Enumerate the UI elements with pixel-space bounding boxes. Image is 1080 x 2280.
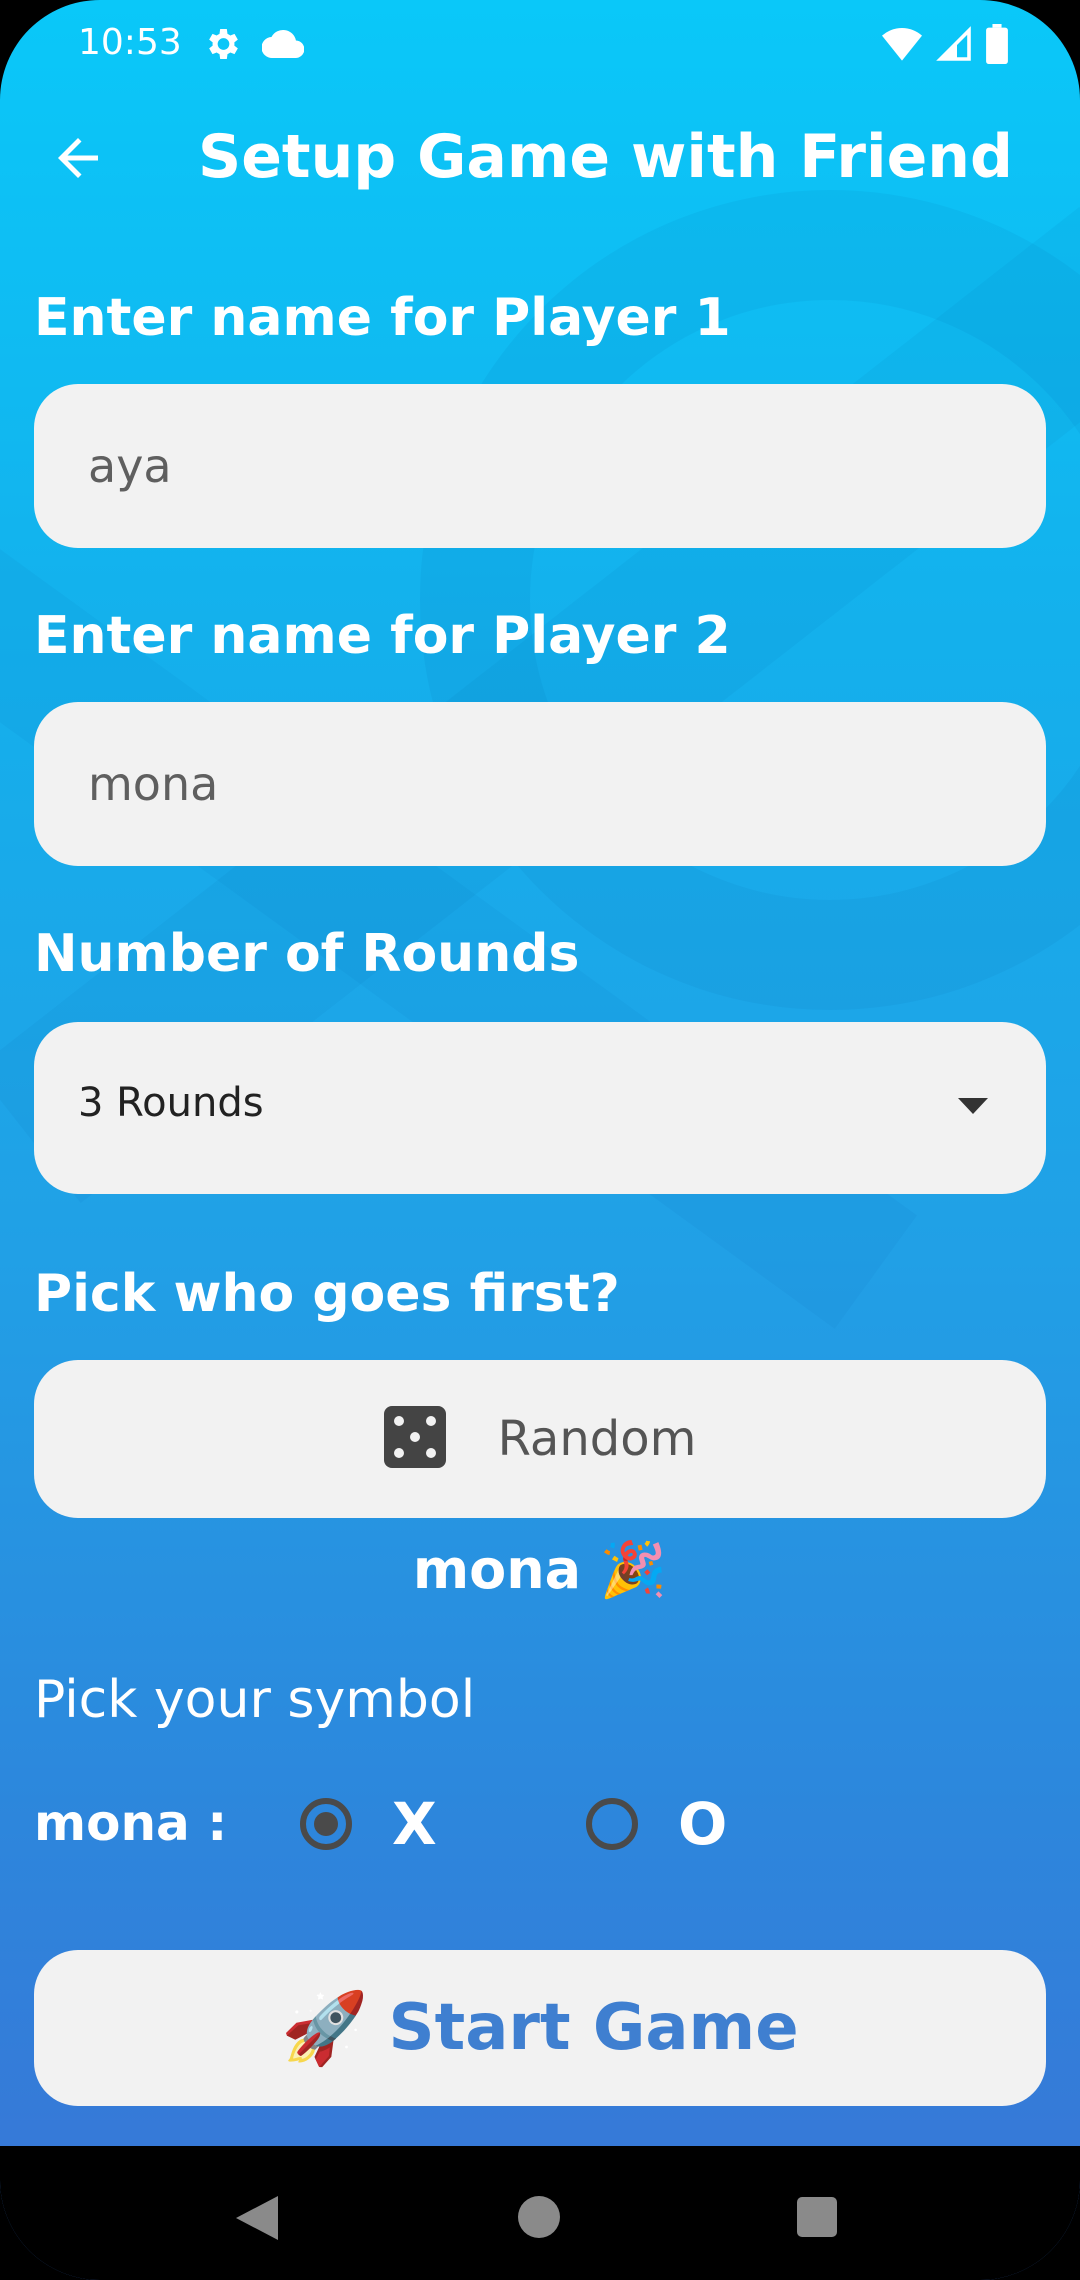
dice-icon [383, 1406, 446, 1472]
rounds-selected-value: 3 Rounds [78, 1080, 264, 1126]
chevron-down-icon [958, 1098, 988, 1118]
nav-back-button[interactable] [236, 2196, 278, 2244]
rocket-icon: 🚀 [281, 1986, 369, 2069]
player2-name-input[interactable] [34, 702, 1046, 866]
start-game-label: Start Game [388, 1991, 799, 2065]
player2-label: Enter name for Player 2 [34, 606, 731, 666]
nav-home-button[interactable] [518, 2196, 560, 2238]
gear-icon [202, 24, 242, 68]
symbol-picker-row: mona : X O [34, 1790, 1046, 1860]
start-game-button[interactable]: 🚀 Start Game [34, 1950, 1046, 2106]
symbol-x-label[interactable]: X [392, 1790, 437, 1858]
status-time: 10:53 [78, 22, 182, 63]
triangle-back-icon [236, 2196, 278, 2240]
symbol-o-label[interactable]: O [678, 1790, 727, 1858]
player1-field-container [34, 384, 1046, 548]
wifi-icon [882, 26, 922, 66]
status-bar: 10:53 [0, 0, 1080, 90]
nav-recents-button[interactable] [797, 2197, 837, 2237]
random-button[interactable]: Random [34, 1360, 1046, 1518]
symbol-x-radio[interactable] [300, 1798, 352, 1850]
random-button-label: Random [497, 1411, 697, 1467]
symbol-player-name: mona : [34, 1794, 228, 1852]
player1-label: Enter name for Player 1 [34, 288, 731, 348]
player2-field-container [34, 702, 1046, 866]
back-button[interactable] [48, 128, 108, 188]
battery-icon [986, 24, 1008, 68]
player1-name-input[interactable] [34, 384, 1046, 548]
cloud-icon [261, 28, 305, 64]
rounds-label: Number of Rounds [34, 924, 580, 984]
status-icons [882, 24, 1008, 68]
symbol-o-radio[interactable] [586, 1798, 638, 1850]
screen: 10:53 Setup Game with Friend Enter name … [0, 0, 1080, 2280]
arrow-left-icon [58, 138, 98, 178]
rounds-dropdown[interactable]: 3 Rounds [34, 1022, 1046, 1194]
system-nav-bar [0, 2146, 1080, 2280]
signal-icon [936, 26, 972, 66]
first-player-result: mona 🎉 [412, 1538, 668, 1601]
page-title: Setup Game with Friend [198, 122, 1013, 192]
first-player-label: Pick who goes first? [34, 1264, 620, 1324]
symbol-label: Pick your symbol [34, 1670, 476, 1730]
